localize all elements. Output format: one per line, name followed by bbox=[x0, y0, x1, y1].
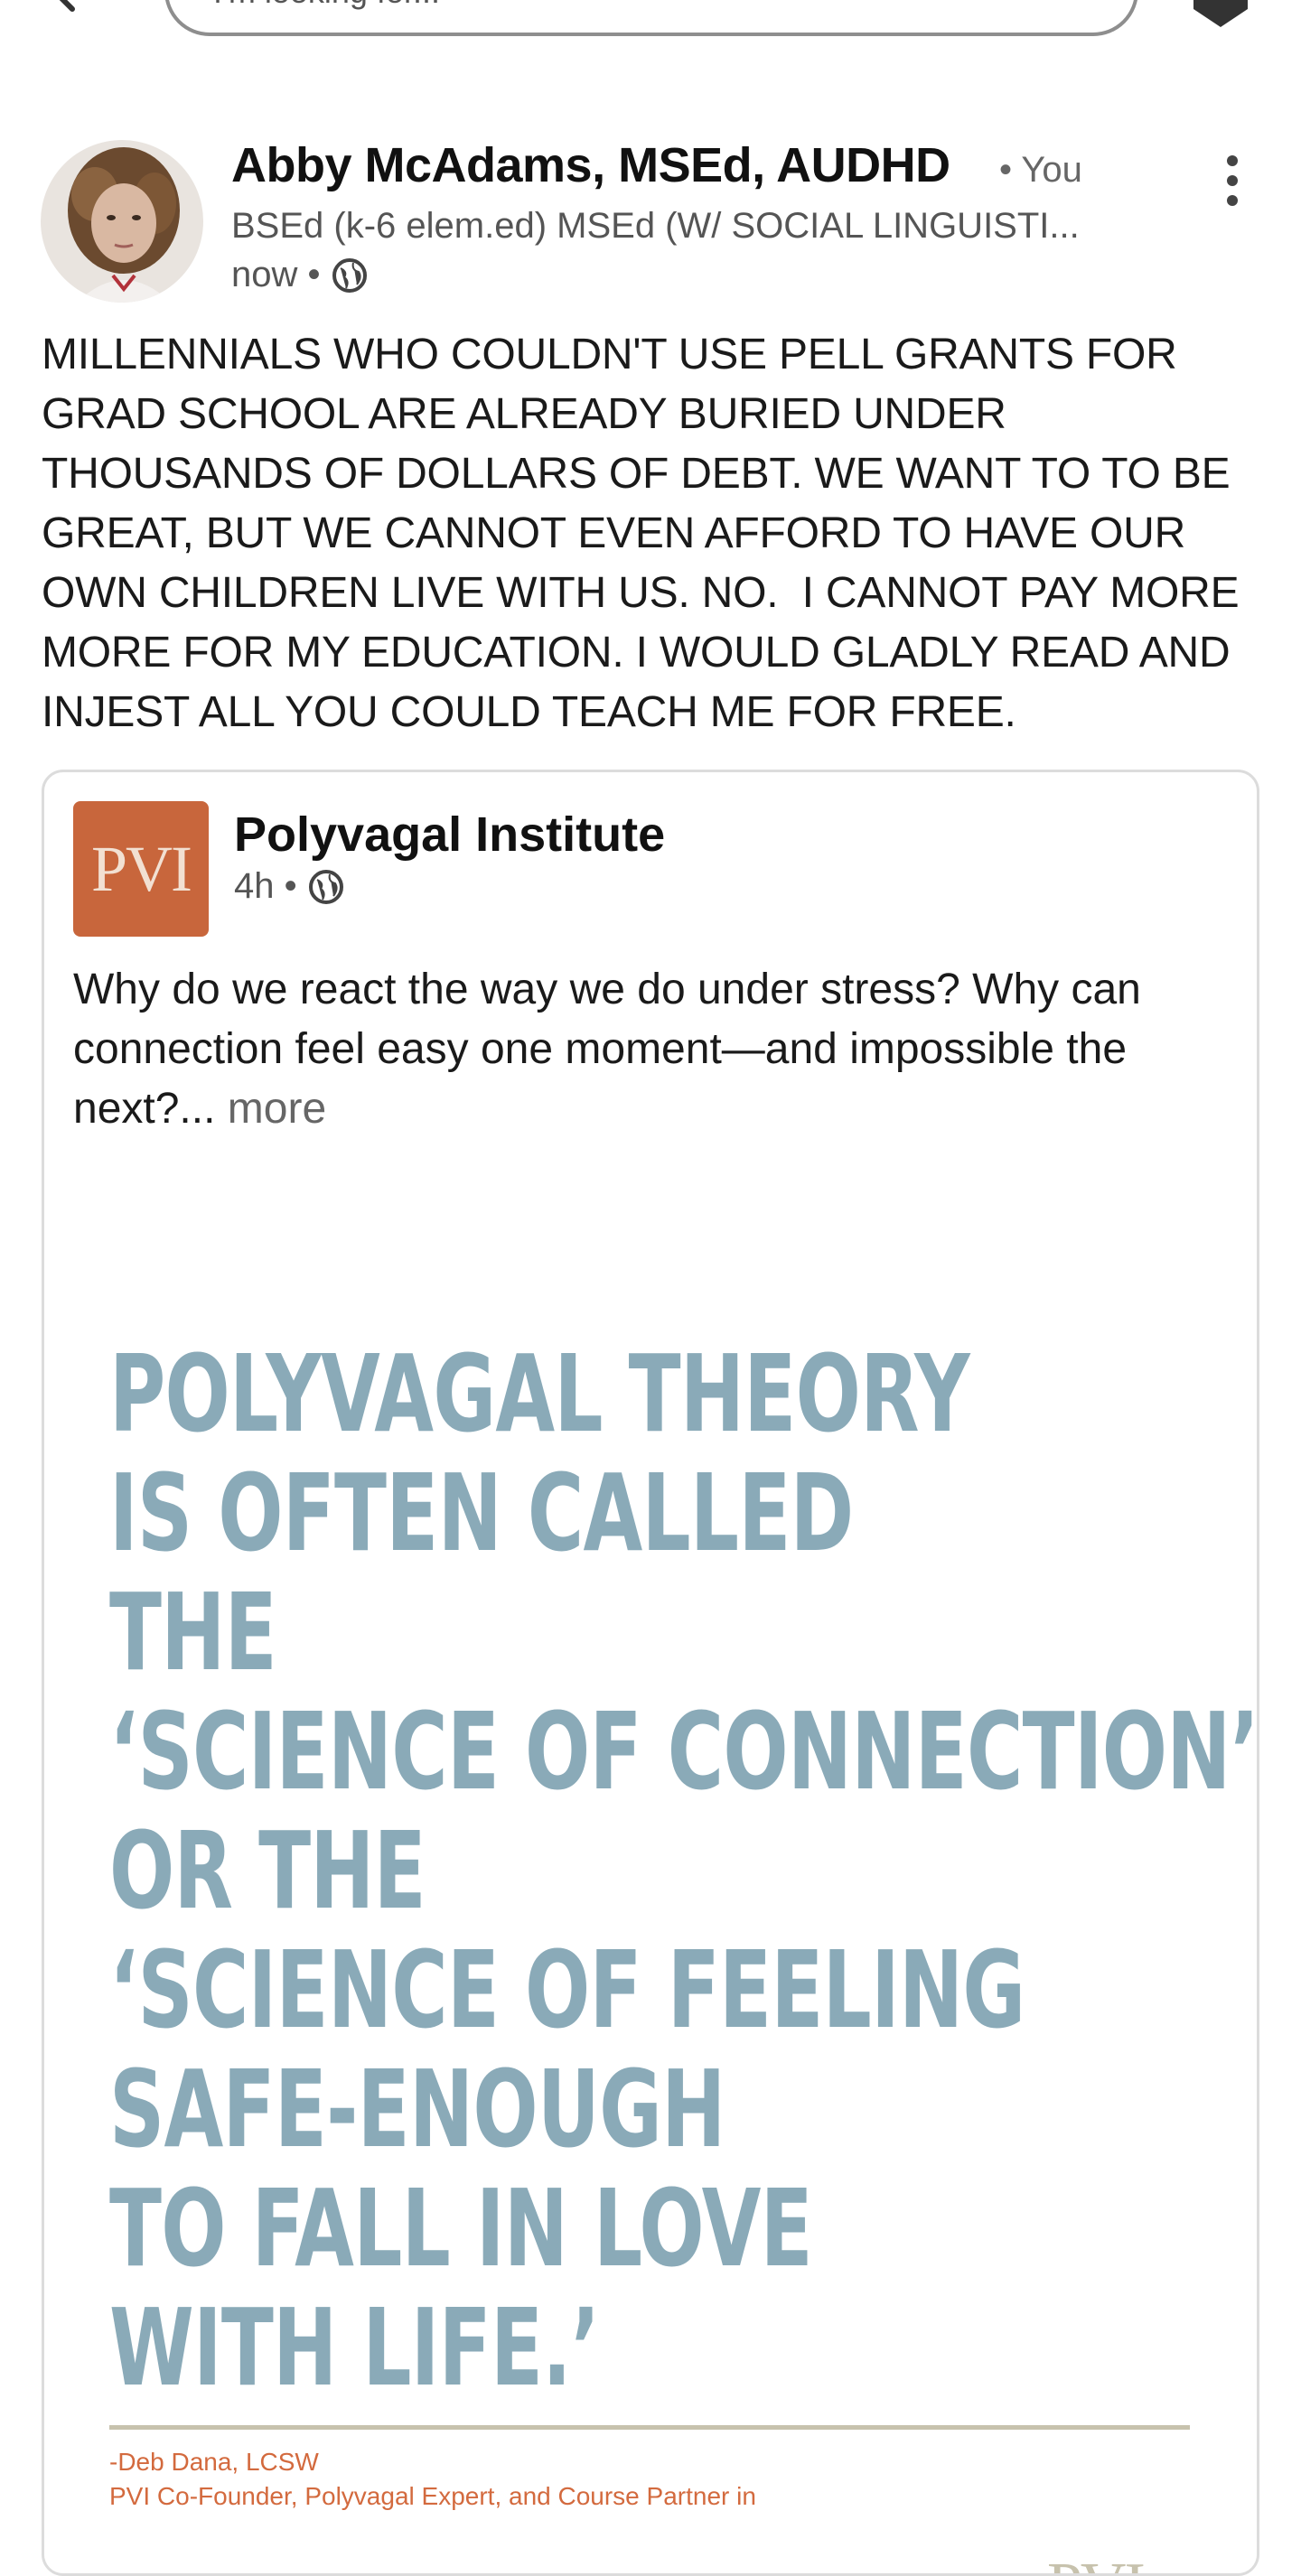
search-input[interactable]: I'm looking for... bbox=[164, 0, 1138, 36]
quote-divider bbox=[109, 2425, 1190, 2430]
globe-icon bbox=[308, 869, 343, 904]
author-name[interactable]: Abby McAdams, MSEd, AUDHD bbox=[231, 137, 950, 193]
org-logo[interactable]: PVI bbox=[73, 801, 209, 937]
shared-post-text: Why do we react the way we do under stre… bbox=[73, 960, 1239, 1139]
org-logo-text: PVI bbox=[90, 832, 192, 905]
quote-line: ‘SCIENCE OF FEELING bbox=[109, 1927, 1025, 2052]
globe-icon bbox=[332, 257, 367, 293]
post-body-line: GREAT, BUT WE CANNOT EVEN AFFORD TO HAVE… bbox=[42, 509, 1186, 557]
search-placeholder: I'm looking for... bbox=[213, 0, 440, 11]
quote-attribution: -Deb Dana, LCSW PVI Co-Founder, Polyvaga… bbox=[109, 2445, 756, 2514]
shared-text-line: Why do we react the way we do under stre… bbox=[73, 966, 1141, 1013]
author-avatar[interactable] bbox=[41, 140, 203, 303]
post-body-line: MILLENNIALS WHO COULDN'T USE PELL GRANTS… bbox=[42, 331, 1177, 378]
quote-image[interactable]: POLYVAGAL THEORY IS OFTEN CALLED THE ‘SC… bbox=[44, 1152, 1259, 2573]
post-body-text: MILLENNIALS WHO COULDN'T USE PELL GRANTS… bbox=[42, 325, 1288, 742]
quote-line: WITH LIFE.’ bbox=[109, 2285, 600, 2410]
post-body-line: THOUSANDS OF DOLLARS OF DEBT. WE WANT TO… bbox=[42, 450, 1231, 498]
attribution-author: -Deb Dana, LCSW bbox=[109, 2448, 319, 2476]
post-body-line: MORE FOR MY EDUCATION. I WOULD GLADLY RE… bbox=[42, 629, 1231, 677]
quote-line: OR THE bbox=[109, 1808, 426, 1933]
post-body-line: INJEST ALL YOU COULD TEACH ME FOR FREE. bbox=[42, 688, 1016, 736]
shared-text-tail: next?... bbox=[73, 1085, 216, 1133]
post-time-text: now • bbox=[231, 255, 321, 294]
post-body-line: GRAD SCHOOL ARE ALREADY BURIED UNDER bbox=[42, 390, 1006, 438]
shared-post-card[interactable]: PVI Polyvagal Institute 4h • Why do we r… bbox=[42, 770, 1259, 2576]
messaging-icon[interactable] bbox=[1189, 0, 1252, 27]
more-options-icon[interactable] bbox=[1216, 154, 1249, 208]
see-more-link[interactable]: more bbox=[228, 1085, 326, 1133]
quote-line: IS OFTEN CALLED bbox=[109, 1451, 854, 1575]
pvi-watermark-logo: PVI bbox=[1047, 2550, 1146, 2573]
quote-line: THE bbox=[109, 1570, 277, 1694]
shared-post-timestamp: 4h • bbox=[234, 866, 344, 907]
back-arrow-icon[interactable] bbox=[36, 0, 90, 18]
top-bar: I'm looking for... bbox=[0, 0, 1301, 63]
shared-text-line-last: next?... more bbox=[73, 1079, 1239, 1139]
author-relation: • You bbox=[999, 150, 1082, 190]
org-name[interactable]: Polyvagal Institute bbox=[234, 807, 665, 863]
author-headline: BSEd (k-6 elem.ed) MSEd (W/ SOCIAL LINGU… bbox=[231, 206, 1080, 246]
quote-line: SAFE-ENOUGH bbox=[109, 2047, 725, 2171]
quote-text: POLYVAGAL THEORY IS OFTEN CALLED THE ‘SC… bbox=[109, 1331, 1259, 2410]
quote-line: TO FALL IN LOVE bbox=[109, 2166, 813, 2291]
post-body-line: OWN CHILDREN LIVE WITH US. NO. I CANNOT … bbox=[42, 569, 1240, 617]
shared-text-line: connection feel easy one moment—and impo… bbox=[73, 1025, 1128, 1073]
attribution-role: PVI Co-Founder, Polyvagal Expert, and Co… bbox=[109, 2482, 756, 2510]
post-timestamp: now • bbox=[231, 255, 368, 295]
quote-line: POLYVAGAL THEORY bbox=[109, 1331, 970, 1456]
quote-line: ‘SCIENCE OF CONNECTION’ bbox=[109, 1689, 1259, 1814]
shared-post-time-text: 4h • bbox=[234, 866, 297, 906]
